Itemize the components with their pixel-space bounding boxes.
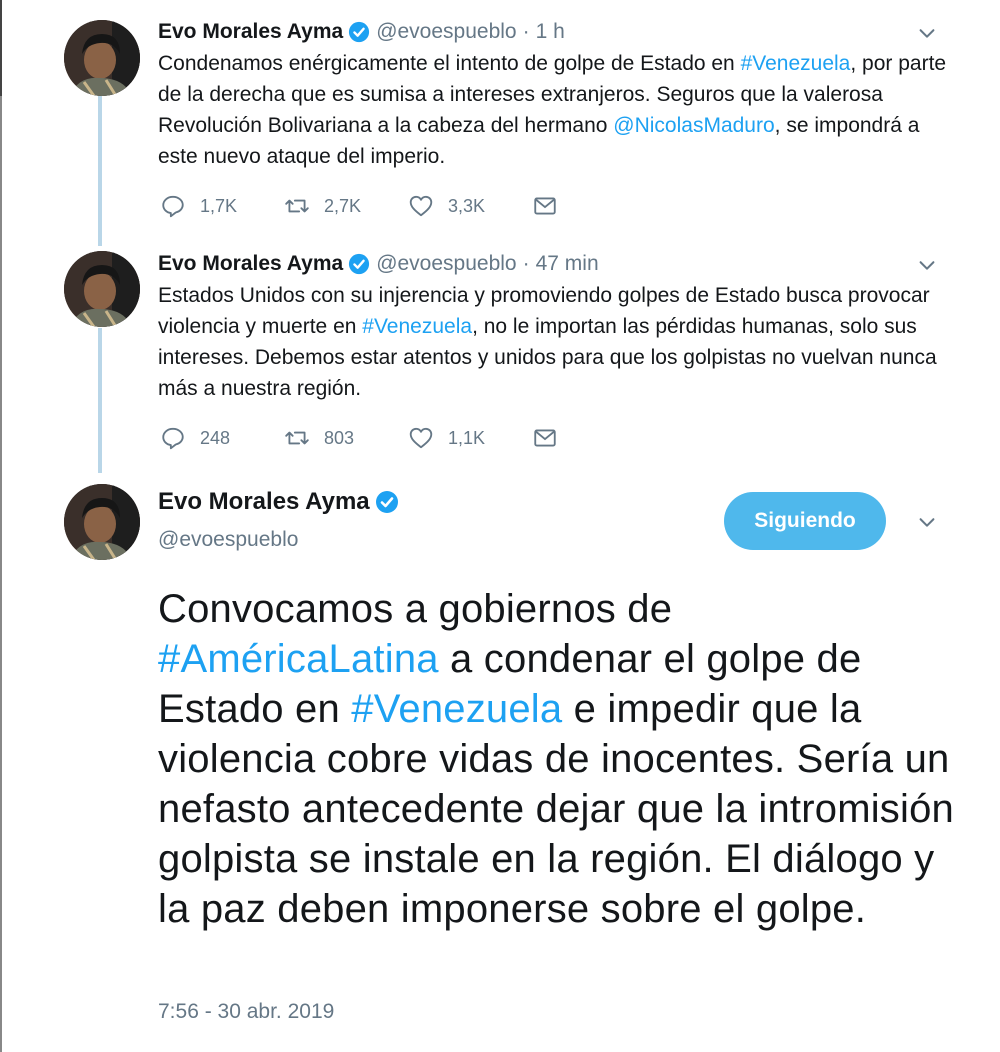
tweet-actions: 1,7K 2,7K 3,3K xyxy=(160,193,572,219)
avatar[interactable] xyxy=(64,484,140,560)
author-name[interactable]: Evo Morales Ayma xyxy=(158,20,343,44)
reply-button[interactable]: 248 xyxy=(160,425,284,451)
message-icon xyxy=(534,429,556,447)
reply-count: 248 xyxy=(200,427,231,448)
tweet-header: Evo Morales Ayma @evoespueblo · 1 h xyxy=(158,20,948,44)
author-handle[interactable]: @evoespueblo xyxy=(376,252,516,276)
separator-dot: · xyxy=(522,252,530,275)
tweet-time[interactable]: 47 min xyxy=(536,252,599,276)
hashtag-link[interactable]: #Venezuela xyxy=(362,315,472,338)
chevron-down-icon[interactable] xyxy=(916,22,938,44)
author-handle[interactable]: @evoespueblo xyxy=(376,20,516,44)
reply-button[interactable]: 1,7K xyxy=(160,193,284,219)
main-author-row: Evo Morales Ayma xyxy=(158,488,405,516)
tweet-time[interactable]: 1 h xyxy=(536,20,565,44)
separator-dot: · xyxy=(522,20,530,43)
chevron-down-icon[interactable] xyxy=(916,511,938,533)
like-button[interactable]: 3,3K xyxy=(408,193,532,219)
text-segment: Convocamos a gobiernos de xyxy=(158,587,673,631)
thread-connector xyxy=(98,96,102,246)
direct-message-button[interactable] xyxy=(532,425,572,451)
direct-message-button[interactable] xyxy=(532,193,572,219)
hashtag-link[interactable]: #Venezuela xyxy=(741,52,851,75)
chevron-down-icon[interactable] xyxy=(916,254,938,276)
like-count: 3,3K xyxy=(448,195,486,216)
retweet-button[interactable]: 803 xyxy=(284,425,408,451)
mention-link[interactable]: @NicolasMaduro xyxy=(613,114,774,137)
hashtag-link[interactable]: #AméricaLatina xyxy=(158,637,439,681)
reply-icon xyxy=(162,427,184,450)
author-name[interactable]: Evo Morales Ayma xyxy=(158,488,370,516)
avatar[interactable] xyxy=(64,251,140,327)
tweet[interactable]: Evo Morales Ayma @evoespueblo · 47 min E… xyxy=(158,252,948,404)
like-count: 1,1K xyxy=(448,427,486,448)
message-icon xyxy=(534,197,556,215)
retweet-count: 803 xyxy=(324,427,355,448)
retweet-icon xyxy=(285,431,309,445)
window-edge xyxy=(0,0,2,1052)
avatar[interactable] xyxy=(64,20,140,96)
window-edge-dark xyxy=(0,0,2,96)
like-icon xyxy=(409,195,433,217)
reply-count: 1,7K xyxy=(200,195,238,216)
like-icon xyxy=(409,427,433,449)
retweet-icon xyxy=(285,199,309,213)
author-name[interactable]: Evo Morales Ayma xyxy=(158,252,343,276)
text-segment: Condenamos enérgicamente el intento de g… xyxy=(158,52,741,75)
tweet-header: Evo Morales Ayma @evoespueblo · 47 min xyxy=(158,252,948,276)
tweet-text: Estados Unidos con su injerencia y promo… xyxy=(158,280,948,404)
main-tweet-text: Convocamos a gobiernos de #AméricaLatina… xyxy=(158,584,958,934)
hashtag-link[interactable]: #Venezuela xyxy=(351,687,562,731)
reply-icon xyxy=(162,195,184,218)
retweet-count: 2,7K xyxy=(324,195,362,216)
author-handle[interactable]: @evoespueblo xyxy=(158,528,298,552)
verified-badge-icon xyxy=(348,253,370,275)
verified-badge-icon xyxy=(348,21,370,43)
tweet-text: Condenamos enérgicamente el intento de g… xyxy=(158,48,948,172)
tweet-actions: 248 803 1,1K xyxy=(160,425,572,451)
tweet[interactable]: Evo Morales Ayma @evoespueblo · 1 h Cond… xyxy=(158,20,948,172)
following-button[interactable]: Siguiendo xyxy=(724,492,886,550)
like-button[interactable]: 1,1K xyxy=(408,425,532,451)
retweet-button[interactable]: 2,7K xyxy=(284,193,408,219)
thread-connector xyxy=(98,328,102,473)
verified-badge-icon xyxy=(375,490,399,514)
tweet-timestamp[interactable]: 7:56 - 30 abr. 2019 xyxy=(158,1000,334,1024)
